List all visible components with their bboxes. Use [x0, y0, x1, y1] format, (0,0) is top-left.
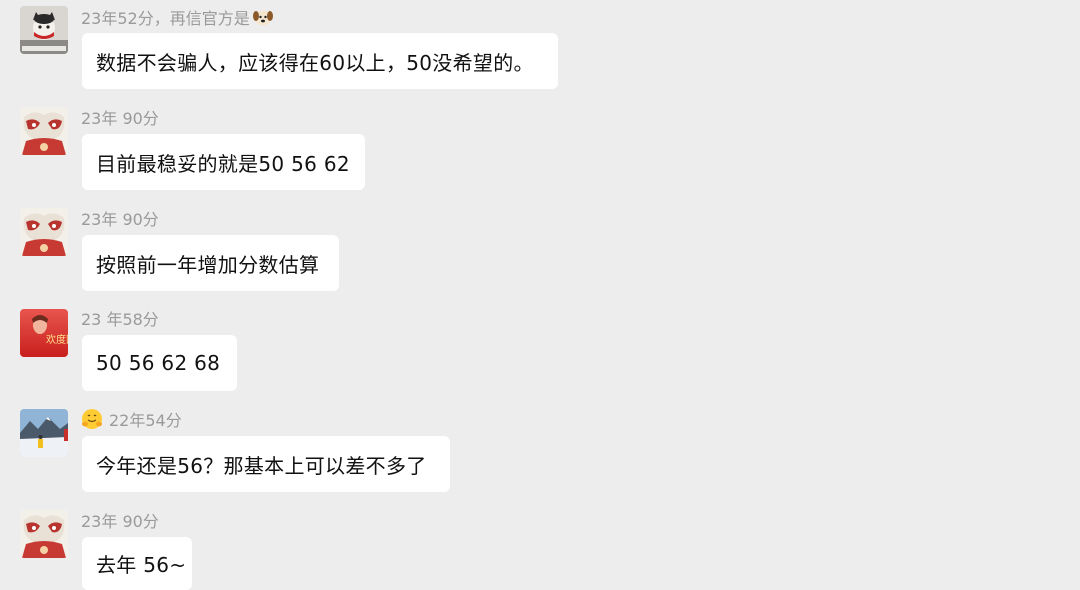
- sender-info: 23年 90分: [81, 105, 159, 129]
- message-bubble[interactable]: 今年还是56？那基本上可以差不多了: [82, 436, 450, 492]
- lion-dance-avatar-icon[interactable]: [20, 510, 68, 558]
- avatar-text: 欢度国庆: [46, 333, 68, 346]
- dog-face-icon: [252, 6, 274, 28]
- snow-mountain-avatar-icon[interactable]: [20, 409, 68, 457]
- sender-name: 23年52分，再信官方是: [81, 9, 250, 28]
- message-bubble[interactable]: 50 56 62 68: [82, 335, 237, 391]
- sender-info: 23 年58分: [81, 306, 159, 330]
- message-bubble[interactable]: 数据不会骗人，应该得在60以上，50没希望的。: [82, 33, 558, 89]
- sender-name: 23 年58分: [81, 310, 159, 329]
- lion-dance-avatar-icon[interactable]: [20, 107, 68, 155]
- sender-name: 23年 90分: [81, 109, 159, 128]
- cat-avatar-icon[interactable]: [20, 6, 68, 54]
- hugging-face-icon: [81, 408, 103, 430]
- sender-name: 22年54分: [109, 411, 182, 430]
- lion-dance-avatar-icon[interactable]: [20, 208, 68, 256]
- sender-name: 23年 90分: [81, 512, 159, 531]
- sender-info: 23年 90分: [81, 508, 159, 532]
- sender-info: 23年52分，再信官方是: [81, 5, 274, 29]
- red-festive-avatar-icon[interactable]: 欢度国庆: [20, 309, 68, 357]
- message-bubble[interactable]: 按照前一年增加分数估算: [82, 235, 339, 291]
- sender-name: 23年 90分: [81, 210, 159, 229]
- message-bubble[interactable]: 目前最稳妥的就是50 56 62: [82, 134, 365, 190]
- message-bubble[interactable]: 去年 56~: [82, 537, 192, 590]
- sender-info: 23年 90分: [81, 206, 159, 230]
- sender-info: 22年54分: [81, 407, 182, 431]
